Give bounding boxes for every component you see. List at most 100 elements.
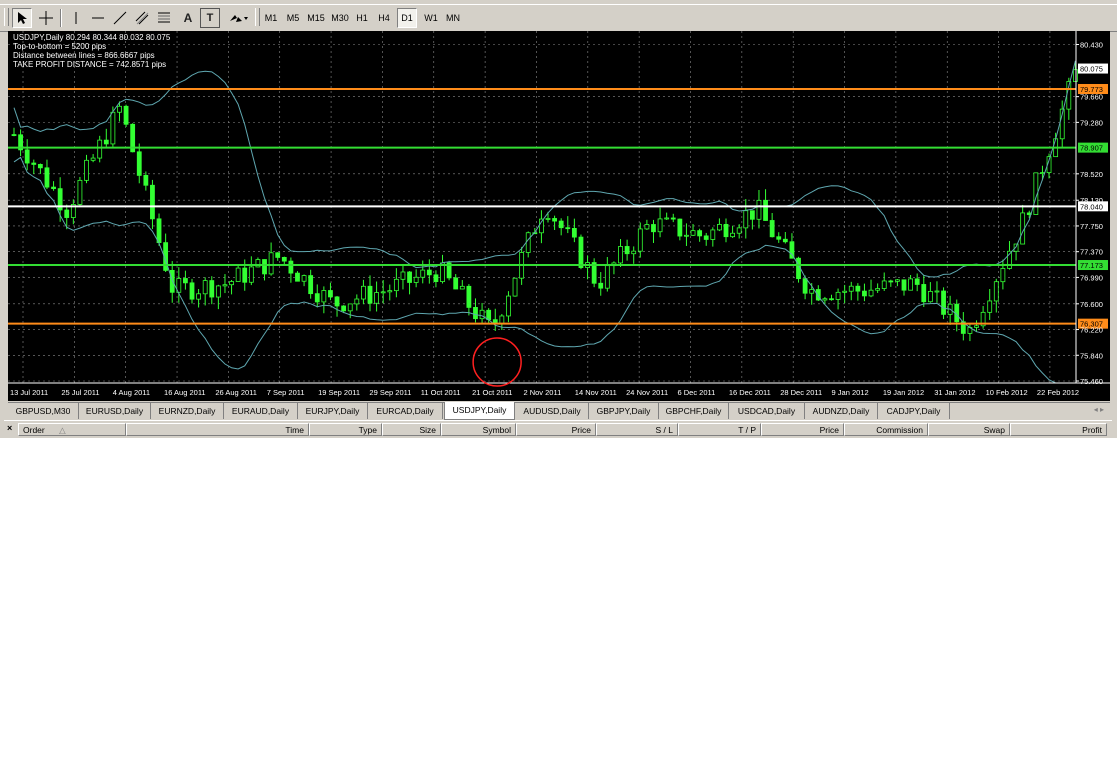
column-price[interactable]: Price bbox=[516, 423, 596, 436]
column-swap[interactable]: Swap bbox=[928, 423, 1010, 436]
candle-body bbox=[717, 223, 722, 231]
tab-audusd-daily[interactable]: AUDUSD,Daily bbox=[516, 403, 589, 419]
text-label-icon[interactable]: T bbox=[200, 8, 220, 28]
candle-body bbox=[426, 269, 432, 276]
trendline-icon[interactable] bbox=[110, 8, 130, 28]
date-axis-label: 6 Dec 2011 bbox=[678, 388, 716, 397]
tab-gbpchf-daily[interactable]: GBPCHF,Daily bbox=[659, 403, 729, 419]
price-scale-label: 78.520 bbox=[1080, 170, 1103, 179]
candle-body bbox=[552, 218, 557, 222]
candle-body bbox=[393, 278, 399, 292]
tab-audnzd-daily[interactable]: AUDNZD,Daily bbox=[805, 403, 878, 419]
tab-scroll-arrows[interactable]: ◂ ▸ bbox=[1094, 405, 1104, 414]
candle-body bbox=[631, 250, 637, 255]
candle-body bbox=[763, 199, 768, 221]
tab-scroll-right-icon[interactable]: ▸ bbox=[1100, 405, 1104, 414]
tab-usdcad-daily[interactable]: USDCAD,Daily bbox=[729, 403, 805, 419]
date-axis-label: 29 Sep 2011 bbox=[369, 388, 411, 397]
terminal-panel: × Order △ Time Type Size Symbol Price S … bbox=[4, 420, 1112, 438]
timeframe-m1-button[interactable]: M1 bbox=[262, 8, 280, 28]
date-axis-label: 19 Jan 2012 bbox=[883, 388, 924, 397]
text-icon[interactable]: A bbox=[178, 8, 198, 28]
candle-body bbox=[44, 167, 50, 188]
candle-body bbox=[677, 218, 683, 237]
crosshair-icon[interactable] bbox=[36, 8, 56, 28]
column-commission[interactable]: Commission bbox=[844, 423, 928, 436]
price-scale-label: 76.990 bbox=[1080, 273, 1103, 282]
date-axis-label: 16 Dec 2011 bbox=[729, 388, 771, 397]
column-size[interactable]: Size bbox=[382, 423, 441, 436]
date-axis-label: 22 Feb 2012 bbox=[1037, 388, 1079, 397]
arrows-dropdown-icon[interactable] bbox=[226, 8, 252, 28]
timeframe-mn-button[interactable]: MN bbox=[443, 8, 463, 28]
tab-cadjpy-daily[interactable]: CADJPY,Daily bbox=[878, 403, 950, 419]
candle-body bbox=[281, 257, 287, 262]
column-symbol[interactable]: Symbol bbox=[441, 423, 516, 436]
column-time[interactable]: Time bbox=[126, 423, 309, 436]
candle-body bbox=[117, 105, 122, 113]
timeframe-m5-button[interactable]: M5 bbox=[284, 8, 302, 28]
tab-gbpjpy-daily[interactable]: GBPJPY,Daily bbox=[589, 403, 659, 419]
candle-body bbox=[288, 260, 294, 274]
candle-body bbox=[486, 309, 492, 321]
candle-body bbox=[974, 325, 979, 328]
candle-body bbox=[684, 234, 689, 237]
candle-body bbox=[248, 266, 254, 283]
candle-body bbox=[934, 290, 940, 293]
horizontal-line-icon[interactable] bbox=[88, 8, 108, 28]
candle-body bbox=[380, 291, 386, 294]
timeframe-d1-button[interactable]: D1 bbox=[397, 8, 417, 28]
column-take-profit[interactable]: T / P bbox=[678, 423, 761, 436]
date-axis-label: 26 Aug 2011 bbox=[215, 388, 257, 397]
column-current-price[interactable]: Price bbox=[761, 423, 844, 436]
date-axis-label: 9 Jan 2012 bbox=[832, 388, 869, 397]
fibonacci-icon[interactable] bbox=[154, 8, 174, 28]
date-axis-label: 21 Oct 2011 bbox=[472, 388, 512, 397]
timeframe-h4-button[interactable]: H4 bbox=[375, 8, 393, 28]
tab-eurjpy-daily[interactable]: EURJPY,Daily bbox=[298, 403, 368, 419]
column-order[interactable]: Order △ bbox=[18, 423, 126, 436]
tab-gbpusd-m30[interactable]: GBPUSD,M30 bbox=[8, 403, 79, 419]
timeframe-w1-button[interactable]: W1 bbox=[421, 8, 441, 28]
tab-euraud-daily[interactable]: EURAUD,Daily bbox=[224, 403, 298, 419]
candle-body bbox=[321, 290, 327, 303]
candle-body bbox=[301, 275, 307, 282]
tab-scroll-left-icon[interactable]: ◂ bbox=[1094, 405, 1098, 414]
candle-body bbox=[400, 271, 406, 280]
candle-body bbox=[347, 303, 353, 312]
chart-window[interactable]: 79.773 78.907 78.040 77.173 76.307 80.430 79.6… bbox=[8, 31, 1110, 401]
cursor-arrow-icon[interactable] bbox=[12, 8, 32, 28]
timeframe-h1-button[interactable]: H1 bbox=[353, 8, 371, 28]
date-axis-label: 19 Sep 2011 bbox=[318, 388, 360, 397]
toolbar-grip[interactable] bbox=[4, 8, 9, 26]
candle-body bbox=[644, 224, 650, 230]
timeframe-m15-button[interactable]: M15 bbox=[305, 8, 327, 28]
candle-body bbox=[374, 292, 379, 304]
chart-info-distance: Distance between lines = 866.6667 pips bbox=[13, 51, 155, 60]
tab-eurcad-daily[interactable]: EURCAD,Daily bbox=[368, 403, 443, 419]
candle-body bbox=[525, 232, 531, 253]
candle-body bbox=[84, 159, 89, 181]
tab-usdjpy-daily[interactable]: USDJPY,Daily bbox=[444, 402, 515, 420]
toolbar-grip-timeframes[interactable] bbox=[255, 8, 260, 26]
tab-eurusd-daily[interactable]: EURUSD,Daily bbox=[79, 403, 151, 419]
column-stop-loss[interactable]: S / L bbox=[596, 423, 678, 436]
candle-body bbox=[697, 230, 703, 237]
column-profit[interactable]: Profit bbox=[1010, 423, 1107, 436]
candle-body bbox=[835, 291, 841, 300]
candle-body bbox=[782, 238, 788, 243]
price-scale-label: 78.130 bbox=[1080, 196, 1103, 205]
close-icon[interactable]: × bbox=[7, 423, 12, 433]
candle-body bbox=[136, 151, 142, 176]
column-type[interactable]: Type bbox=[309, 423, 382, 436]
timeframe-m30-button[interactable]: M30 bbox=[329, 8, 351, 28]
tab-eurnzd-daily[interactable]: EURNZD,Daily bbox=[151, 403, 224, 419]
vertical-line-icon[interactable] bbox=[66, 8, 86, 28]
price-chart[interactable]: 79.77378.90778.04077.17376.30780.43079.6… bbox=[8, 31, 1110, 401]
equidistant-channel-icon[interactable] bbox=[132, 8, 152, 28]
candle-body bbox=[90, 157, 96, 161]
candle-body bbox=[565, 227, 571, 230]
candle-body bbox=[743, 210, 749, 229]
candle-body bbox=[341, 305, 347, 312]
candle-body bbox=[730, 232, 735, 238]
